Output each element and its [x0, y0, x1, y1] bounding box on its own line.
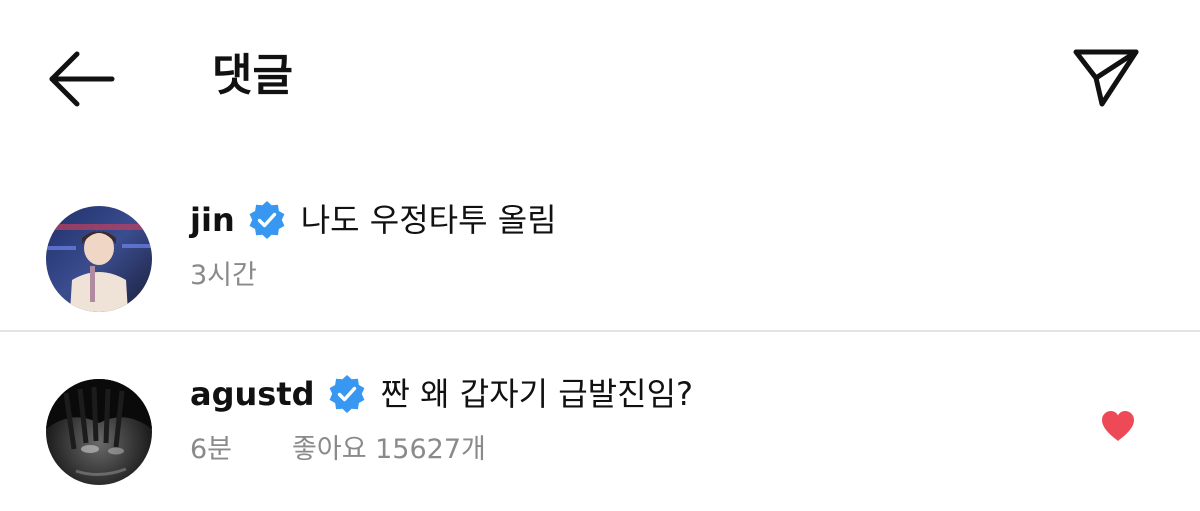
header: 댓글	[0, 0, 1200, 160]
comment-meta: 6분 좋아요 15627개	[190, 432, 486, 468]
like-button[interactable]	[1098, 406, 1138, 446]
comment-line: jin 나도 우정타투 올림	[190, 198, 557, 242]
comment-line: agustd 짠 왜 갑자기 급발진임?	[190, 372, 693, 416]
username[interactable]: agustd	[190, 372, 315, 416]
avatar[interactable]	[46, 379, 152, 485]
comment-text: 나도 우정타투 올림	[300, 201, 557, 239]
comment-meta: 3시간	[190, 258, 317, 294]
paper-plane-icon	[1073, 49, 1139, 107]
comment-item: jin 나도 우정타투 올림 3시간	[0, 190, 1200, 330]
verified-badge-icon	[327, 374, 367, 414]
comment-item: agustd 짠 왜 갑자기 급발진임? 6분 좋아요 15627개	[0, 334, 1200, 511]
share-button[interactable]	[1068, 42, 1144, 110]
avatar[interactable]	[46, 206, 152, 312]
comment-text: 짠 왜 갑자기 급발진임?	[380, 375, 693, 413]
heart-icon	[1102, 411, 1134, 441]
back-button[interactable]	[44, 45, 120, 113]
arrow-left-icon	[49, 51, 115, 107]
verified-badge-icon	[247, 200, 287, 240]
comment-timestamp: 3시간	[190, 260, 257, 291]
comment-timestamp: 6분	[190, 434, 233, 465]
like-count[interactable]: 좋아요 15627개	[292, 432, 486, 468]
page-title: 댓글	[212, 50, 293, 101]
divider	[0, 330, 1200, 332]
username[interactable]: jin	[190, 198, 235, 242]
